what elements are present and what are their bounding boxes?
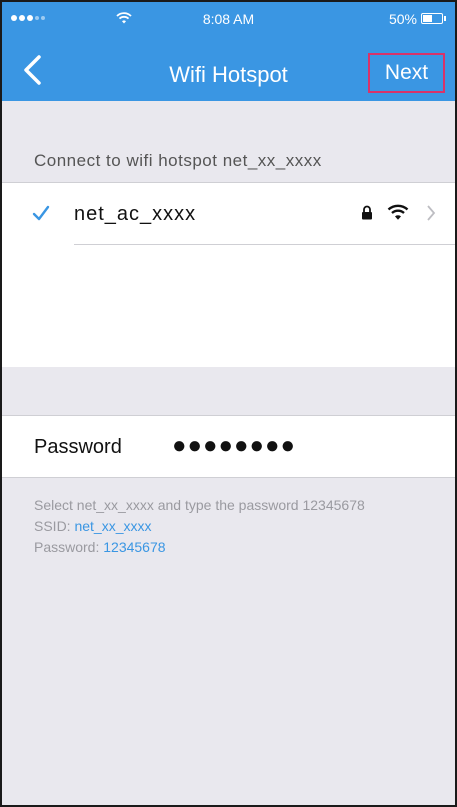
help-password-label: Password: <box>34 539 100 555</box>
status-bar: 8:08 AM 50% <box>2 2 455 36</box>
network-name: net_ac_xxxx <box>74 203 197 225</box>
network-list: net_ac_xxxx <box>2 182 455 367</box>
next-button[interactable]: Next <box>368 53 445 93</box>
lock-icon <box>362 205 372 220</box>
password-row: Password <box>2 415 455 478</box>
chevron-right-icon[interactable] <box>426 204 436 222</box>
navigation-bar: Wifi Hotspot Next <box>2 44 455 94</box>
row-divider <box>74 244 455 245</box>
network-row[interactable]: net_ac_xxxx <box>2 183 455 245</box>
help-text: Select net_xx_xxxx and type the password… <box>34 495 365 558</box>
password-label: Password <box>34 436 122 458</box>
app-header: 8:08 AM 50% Wifi Hotspot Next <box>2 2 455 101</box>
battery-icon <box>421 13 443 24</box>
battery-tip <box>444 16 446 21</box>
password-field[interactable] <box>172 432 432 460</box>
phone-screen: 8:08 AM 50% Wifi Hotspot Next Connect to… <box>0 0 457 807</box>
help-instruction: Select net_xx_xxxx and type the password… <box>34 497 365 513</box>
help-ssid-line: SSID: net_xx_xxxx <box>34 516 365 537</box>
help-password-line: Password: 12345678 <box>34 537 365 558</box>
section-header: Connect to wifi hotspot net_xx_xxxx <box>34 151 322 170</box>
status-time: 8:08 AM <box>202 11 255 27</box>
ssid-label: SSID: <box>34 518 71 534</box>
help-password-value: 12345678 <box>103 539 166 555</box>
battery-percentage: 50% <box>388 11 417 27</box>
checkmark-icon <box>32 205 50 221</box>
ssid-value: net_xx_xxxx <box>74 518 152 534</box>
wifi-icon <box>387 204 409 220</box>
